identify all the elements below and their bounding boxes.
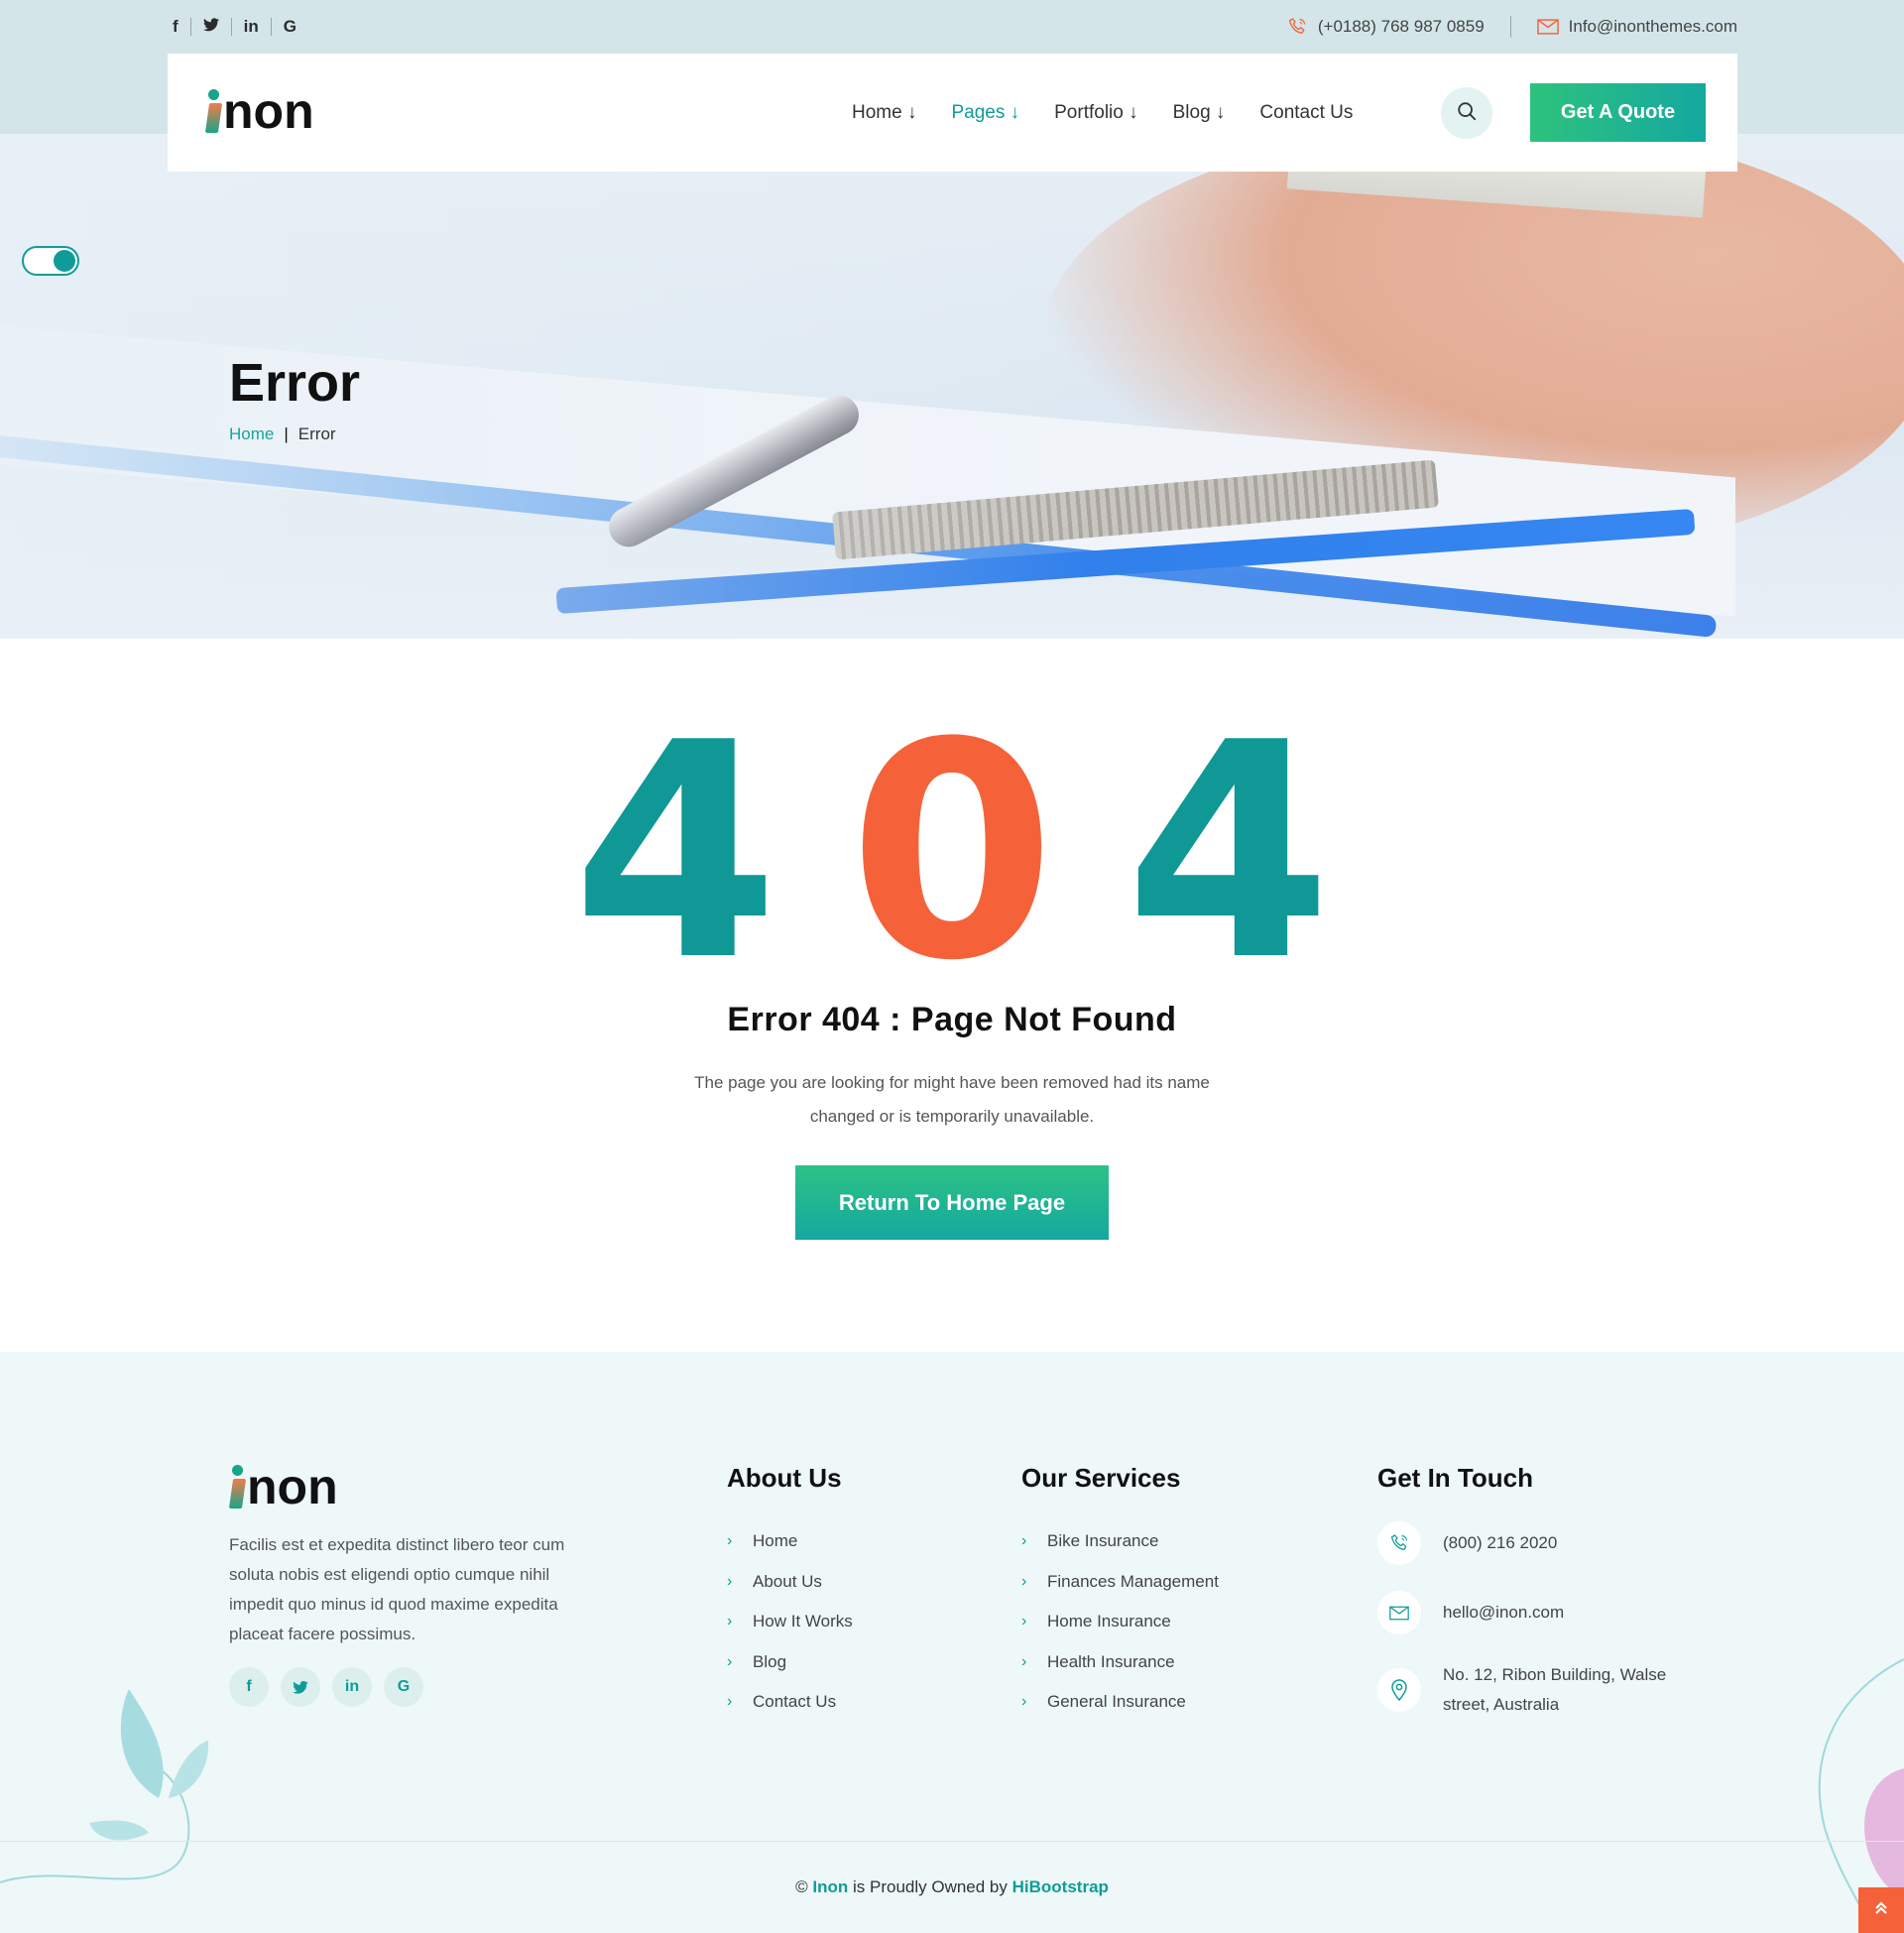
facebook-icon[interactable]: f: [169, 18, 191, 36]
footer-services-heading: Our Services: [1021, 1463, 1181, 1493]
chevron-right-icon: ›: [727, 1693, 733, 1711]
envelope-icon: [1536, 16, 1559, 38]
google-icon[interactable]: G: [384, 1667, 423, 1707]
topbar-email[interactable]: Info@inonthemes.com: [1536, 16, 1737, 38]
error-code: 4 0 4: [0, 679, 1904, 1026]
chevron-right-icon: ›: [727, 1572, 733, 1590]
nav-item-contact[interactable]: Contact Us: [1259, 102, 1353, 124]
location-pin-icon: [1377, 1668, 1421, 1712]
error-digit: 0: [848, 679, 1056, 1026]
return-home-button[interactable]: Return To Home Page: [795, 1165, 1109, 1240]
nav-item-blog[interactable]: Blog ↓: [1173, 102, 1226, 124]
footer-divider: [0, 1841, 1904, 1842]
error-digit: 4: [1125, 679, 1333, 1026]
footer-link[interactable]: › Health Insurance: [1021, 1642, 1219, 1683]
copyright: © Inon is Proudly Owned by HiBootstrap: [795, 1877, 1109, 1896]
footer-email[interactable]: hello@inon.com: [1377, 1591, 1705, 1634]
footer-about-heading: About Us: [727, 1463, 842, 1493]
footer-link[interactable]: › General Insurance: [1021, 1682, 1219, 1723]
footer-link[interactable]: › Home Insurance: [1021, 1602, 1219, 1642]
footer-logo[interactable]: non: [228, 1459, 338, 1514]
error-description: The page you are looking for might have …: [694, 1073, 1210, 1126]
chevron-right-icon: ›: [1021, 1532, 1027, 1550]
footer: non Facilis est et expedita distinct lib…: [0, 1352, 1904, 1933]
phone-icon: [1377, 1521, 1421, 1565]
footer-about-column: About Us › Home › About Us › How It Works ›…: [727, 1463, 853, 1723]
breadcrumb-current: Error: [298, 424, 336, 443]
search-button[interactable]: [1441, 87, 1492, 139]
get-quote-button[interactable]: Get A Quote: [1530, 83, 1706, 142]
footer-socials: f in G: [229, 1667, 423, 1707]
error-title: Error 404 : Page Not Found: [727, 1001, 1177, 1038]
logo-text: non: [247, 1459, 338, 1514]
theme-toggle[interactable]: [22, 246, 79, 276]
topbar-phone-text: (+0188) 768 987 0859: [1317, 17, 1485, 36]
footer-link[interactable]: › Finances Management: [1021, 1562, 1219, 1603]
footer-link[interactable]: › Bike Insurance: [1021, 1521, 1219, 1562]
chevron-right-icon: ›: [727, 1613, 733, 1631]
topbar-socials: f in G: [169, 18, 308, 36]
phone-icon: [1286, 16, 1308, 38]
breadcrumb-separator: |: [284, 424, 289, 443]
chevron-right-icon: ›: [1021, 1693, 1027, 1711]
navbar: non Home ↓ Pages ↓ Portfolio ↓ Blog ↓ Co…: [168, 54, 1737, 172]
error-digit: 4: [571, 679, 779, 1026]
nav-item-pages[interactable]: Pages ↓: [951, 102, 1019, 124]
logo[interactable]: non: [204, 83, 314, 139]
footer-link[interactable]: › Blog: [727, 1642, 853, 1683]
page-title: Error: [229, 353, 361, 413]
breadcrumb-home[interactable]: Home: [229, 424, 274, 444]
chevron-right-icon: ›: [1021, 1572, 1027, 1590]
search-icon: [1456, 100, 1478, 127]
google-icon[interactable]: G: [272, 18, 308, 36]
footer-address: No. 12, Ribon Building, Walse street, Au…: [1377, 1660, 1705, 1720]
footer-link[interactable]: › Contact Us: [727, 1682, 853, 1723]
envelope-icon: [1377, 1591, 1421, 1634]
nav-menu: Home ↓ Pages ↓ Portfolio ↓ Blog ↓ Contac…: [852, 54, 1353, 172]
topbar-phone[interactable]: (+0188) 768 987 0859: [1286, 16, 1485, 38]
copyright-brand-link[interactable]: Inon: [812, 1877, 848, 1896]
breadcrumb: Home | Error: [229, 424, 336, 444]
footer-phone[interactable]: (800) 216 2020: [1377, 1521, 1705, 1565]
chevron-right-icon: ›: [727, 1652, 733, 1670]
facebook-icon[interactable]: f: [229, 1667, 269, 1707]
logo-text: non: [223, 83, 314, 139]
footer-contact-heading: Get In Touch: [1377, 1463, 1533, 1493]
twitter-icon[interactable]: [191, 18, 232, 36]
chevron-right-icon: ›: [727, 1532, 733, 1550]
footer-about-text: Facilis est et expedita distinct libero …: [229, 1535, 565, 1643]
chevron-right-icon: ›: [1021, 1652, 1027, 1670]
divider: [1509, 16, 1511, 38]
topbar-email-text: Info@inonthemes.com: [1568, 17, 1737, 36]
nav-item-portfolio[interactable]: Portfolio ↓: [1054, 102, 1137, 124]
copyright-owner-link[interactable]: HiBootstrap: [1012, 1877, 1109, 1896]
footer-link[interactable]: › How It Works: [727, 1602, 853, 1642]
nav-item-home[interactable]: Home ↓: [852, 102, 916, 124]
linkedin-icon[interactable]: in: [332, 1667, 372, 1707]
double-chevron-up-icon: [1873, 1900, 1889, 1921]
chevron-right-icon: ›: [1021, 1613, 1027, 1631]
scroll-to-top-button[interactable]: [1858, 1887, 1904, 1933]
footer-services-column: Our Services › Bike Insurance › Finances M…: [1021, 1463, 1219, 1723]
footer-link[interactable]: › About Us: [727, 1562, 853, 1603]
logo-mark: [228, 1463, 247, 1510]
linkedin-icon[interactable]: in: [232, 18, 272, 36]
footer-link[interactable]: › Home: [727, 1521, 853, 1562]
twitter-icon[interactable]: [281, 1667, 320, 1707]
footer-contact-column: Get In Touch (800) 216 2020 hello@inon.c…: [1377, 1463, 1705, 1746]
logo-mark: [204, 87, 223, 135]
